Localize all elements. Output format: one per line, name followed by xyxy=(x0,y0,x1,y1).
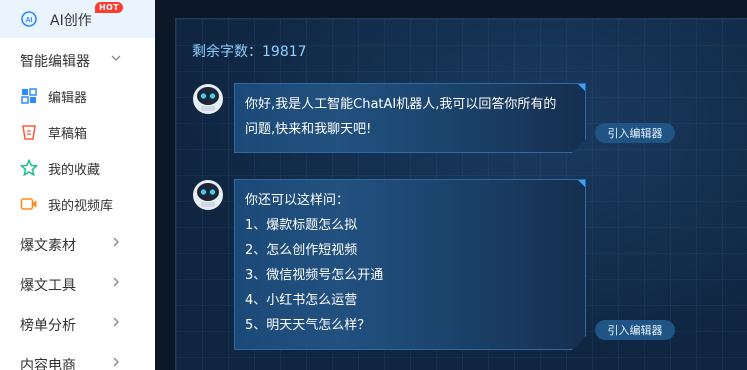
message-line: 4、小红书怎么运营 xyxy=(245,293,358,308)
star-icon xyxy=(20,159,38,177)
chat-message: 你好,我是人工智能ChatAI机器人,我可以回答你所有的 问题,快来和我聊天吧! xyxy=(234,83,586,153)
remaining-words-label: 剩余字数： xyxy=(192,44,262,60)
chat-panel: 剩余字数：19817 你好,我是人工智能ChatAI机器人,我可以回答你所有的 … xyxy=(175,18,747,370)
sidebar-item-label: 草稿箱 xyxy=(48,126,88,142)
sidebar-group-label: 内容电商 xyxy=(20,358,76,370)
sidebar-group-smart-editor[interactable]: 智能编辑器 xyxy=(0,42,155,78)
sidebar-group-rankings[interactable]: 榜单分析 xyxy=(0,306,155,342)
chat-message: 你还可以这样问： 1、爆款标题怎么拟 2、怎么创作短视频 3、微信视频号怎么开通… xyxy=(234,179,586,350)
sidebar-item-label: 我的视频库 xyxy=(48,198,114,214)
sidebar-group-label: 智能编辑器 xyxy=(20,54,90,70)
robot-avatar-icon xyxy=(193,180,223,210)
chevron-right-icon xyxy=(113,357,119,367)
insert-to-editor-button[interactable]: 引入编辑器 xyxy=(595,123,675,143)
sidebar-item-ai-create[interactable]: AI AI创作 HOT xyxy=(0,0,155,38)
grid-icon xyxy=(21,88,37,104)
message-line: 2、怎么创作短视频 xyxy=(245,243,358,258)
ai-create-icon: AI xyxy=(21,11,37,27)
sidebar-item-video-library[interactable]: 我的视频库 xyxy=(0,186,155,222)
message-line: 你还可以这样问： xyxy=(245,193,350,208)
chevron-down-icon xyxy=(111,55,121,61)
svg-text:AI: AI xyxy=(26,17,33,24)
insert-to-editor-button[interactable]: 引入编辑器 xyxy=(595,320,675,340)
sidebar-item-drafts[interactable]: 草稿箱 xyxy=(0,114,155,150)
main-area: 剩余字数：19817 你好,我是人工智能ChatAI机器人,我可以回答你所有的 … xyxy=(155,0,747,370)
sidebar-item-editor[interactable]: 编辑器 xyxy=(0,78,155,114)
bubble-corner-accent xyxy=(578,84,585,91)
draft-icon xyxy=(22,125,36,140)
sidebar-group-materials[interactable]: 爆文素材 xyxy=(0,226,155,262)
chevron-right-icon xyxy=(113,237,119,247)
sidebar-group-label: 爆文素材 xyxy=(20,238,76,254)
sidebar-group-ecommerce[interactable]: 内容电商 xyxy=(0,346,155,370)
chevron-right-icon xyxy=(113,277,119,287)
message-line: 1、爆款标题怎么拟 xyxy=(245,218,358,233)
sidebar: AI AI创作 HOT 智能编辑器 编辑器 草稿箱 我的收藏 我的视频库 爆文素… xyxy=(0,0,155,370)
sidebar-group-label: 榜单分析 xyxy=(20,318,76,334)
bubble-corner-accent xyxy=(578,180,585,187)
chevron-right-icon xyxy=(113,317,119,327)
message-line: 5、明天天气怎么样？ xyxy=(245,318,371,333)
sidebar-group-tools[interactable]: 爆文工具 xyxy=(0,266,155,302)
sidebar-item-label: AI创作 xyxy=(50,13,92,29)
sidebar-group-label: 爆文工具 xyxy=(20,278,76,294)
video-icon xyxy=(20,198,37,210)
sidebar-item-favorites[interactable]: 我的收藏 xyxy=(0,150,155,186)
remaining-words-value: 19817 xyxy=(262,44,307,60)
hot-badge: HOT xyxy=(95,2,123,13)
remaining-words: 剩余字数：19817 xyxy=(192,41,307,61)
message-line: 3、微信视频号怎么开通 xyxy=(245,268,384,283)
robot-avatar-icon xyxy=(193,84,223,114)
sidebar-item-label: 编辑器 xyxy=(48,90,88,106)
message-line: 你好,我是人工智能ChatAI机器人,我可以回答你所有的 xyxy=(245,97,557,112)
sidebar-item-label: 我的收藏 xyxy=(48,162,101,178)
message-line: 问题,快来和我聊天吧! xyxy=(245,122,372,137)
